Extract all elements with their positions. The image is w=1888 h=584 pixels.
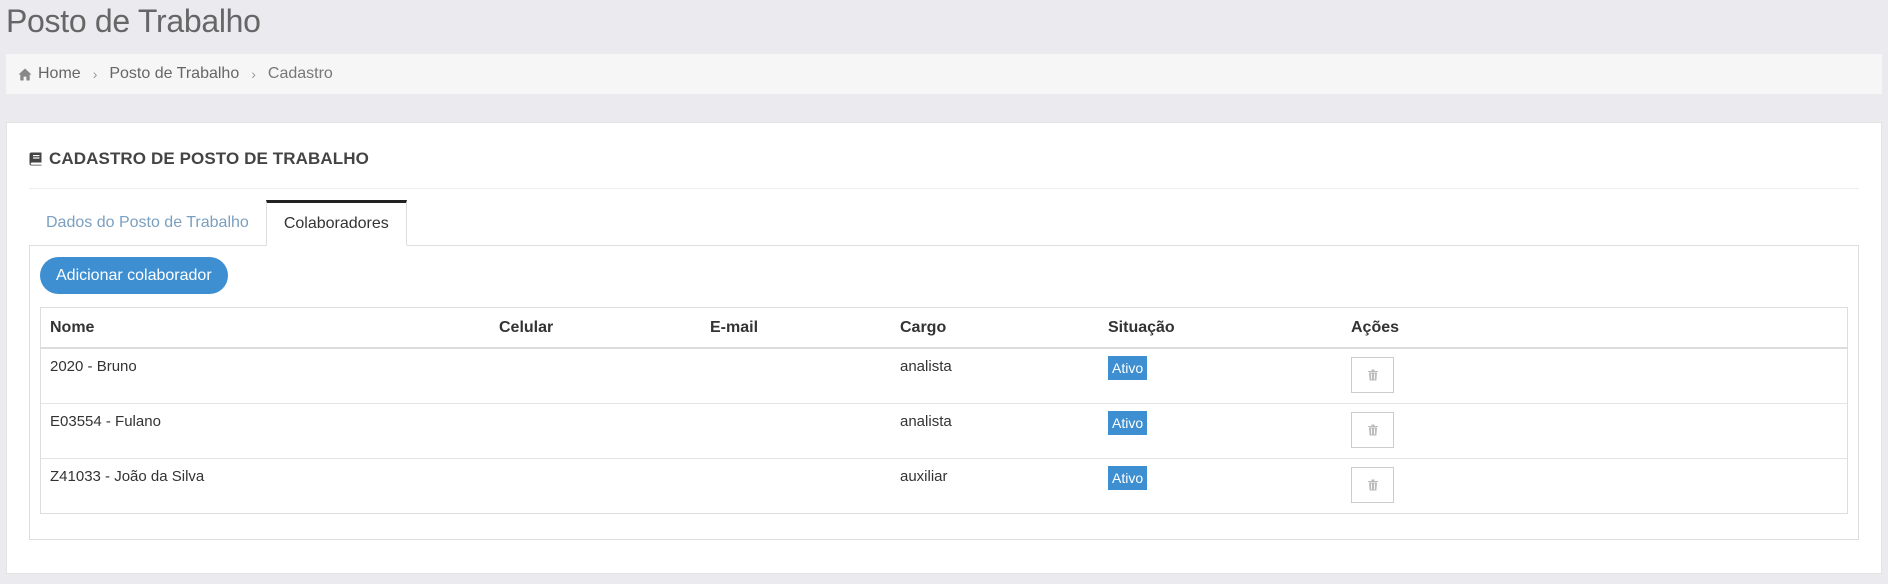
status-badge: Ativo [1108, 356, 1148, 380]
breadcrumb-separator: › [251, 66, 256, 82]
colaboradores-panel: Adicionar colaborador Nome Celular E-mai… [29, 245, 1859, 540]
card-title-text: CADASTRO DE POSTO DE TRABALHO [49, 149, 369, 168]
cell-celular [490, 458, 701, 513]
trash-icon [1367, 424, 1378, 435]
table-row: E03554 - Fulano analista Ativo [41, 403, 1847, 459]
cell-acoes [1342, 403, 1847, 459]
column-header-nome: Nome [41, 308, 490, 349]
cell-situacao: Ativo [1099, 348, 1342, 404]
cell-acoes [1342, 348, 1847, 404]
column-header-email: E-mail [701, 308, 891, 349]
add-collaborator-button[interactable]: Adicionar colaborador [40, 257, 228, 294]
tab-dados-do-posto[interactable]: Dados do Posto de Trabalho [29, 200, 266, 246]
delete-button[interactable] [1351, 357, 1394, 393]
cell-email [701, 458, 891, 513]
status-badge: Ativo [1108, 465, 1148, 490]
table-row: Z41033 - João da Silva auxiliar Ativo [41, 458, 1847, 513]
cell-celular [490, 403, 701, 459]
delete-button[interactable] [1351, 466, 1394, 503]
cell-email [701, 403, 891, 459]
column-header-celular: Celular [490, 308, 701, 349]
column-header-cargo: Cargo [891, 308, 1099, 349]
delete-button[interactable] [1351, 411, 1394, 448]
cell-acoes [1342, 458, 1847, 513]
page-title: Posto de Trabalho [6, 3, 261, 39]
cell-email [701, 348, 891, 404]
cell-cargo: analista [891, 348, 1099, 404]
column-header-acoes: Ações [1342, 308, 1847, 349]
cell-cargo: auxiliar [900, 467, 948, 485]
breadcrumb-separator: › [92, 66, 98, 82]
collaborators-table: Nome Celular E-mail Cargo Situação Ações… [40, 307, 1848, 514]
register-card: CADASTRO DE POSTO DE TRABALHO Dados do P… [6, 122, 1882, 574]
table-header-row: Nome Celular E-mail Cargo Situação Ações [41, 308, 1847, 349]
cell-cargo: analista [891, 403, 1099, 459]
tab-colaboradores[interactable]: Colaboradores [265, 200, 407, 246]
breadcrumb-current: Cadastro [267, 65, 333, 82]
breadcrumb-home-link[interactable]: Home [38, 65, 81, 83]
breadcrumb-section-link[interactable]: Posto de Trabalho [109, 65, 239, 83]
title-divider [29, 188, 1859, 189]
cell-nome: 2020 - Bruno [41, 348, 490, 404]
column-header-situacao: Situação [1099, 308, 1342, 349]
home-icon [18, 68, 32, 80]
trash-icon [1367, 479, 1378, 490]
cell-nome: Z41033 - João da Silva [50, 467, 205, 485]
book-icon [29, 152, 42, 166]
table-row: 2020 - Bruno analista Ativo [41, 348, 1847, 404]
status-badge: Ativo [1108, 410, 1148, 435]
breadcrumb: Home › Posto de Trabalho › Cadastro [6, 54, 1882, 94]
tab-bar: Dados do Posto de Trabalho Colaboradores [29, 200, 407, 246]
trash-icon [1367, 369, 1378, 381]
cell-situacao: Ativo [1099, 458, 1342, 513]
cell-situacao: Ativo [1099, 403, 1342, 459]
cell-nome: E03554 - Fulano [41, 403, 490, 459]
card-title: CADASTRO DE POSTO DE TRABALHO [29, 149, 369, 169]
cell-celular [490, 348, 701, 404]
